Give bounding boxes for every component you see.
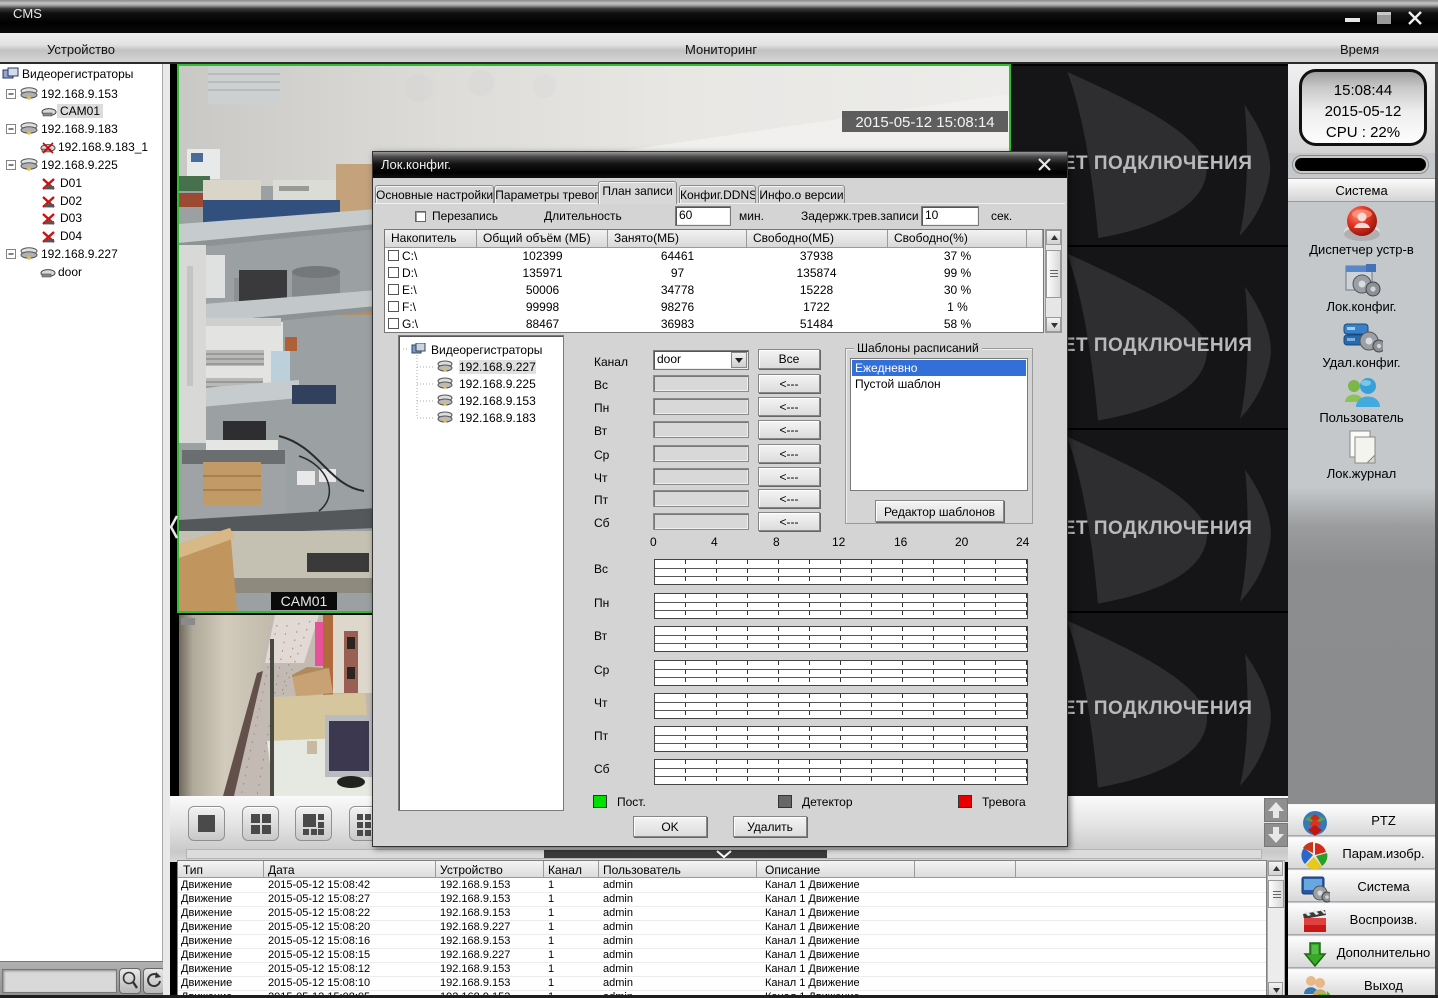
svg-text:CAM01: CAM01 bbox=[281, 593, 328, 609]
svg-text:2015-05-12 15:08:14: 2015-05-12 15:08:14 bbox=[855, 114, 994, 131]
